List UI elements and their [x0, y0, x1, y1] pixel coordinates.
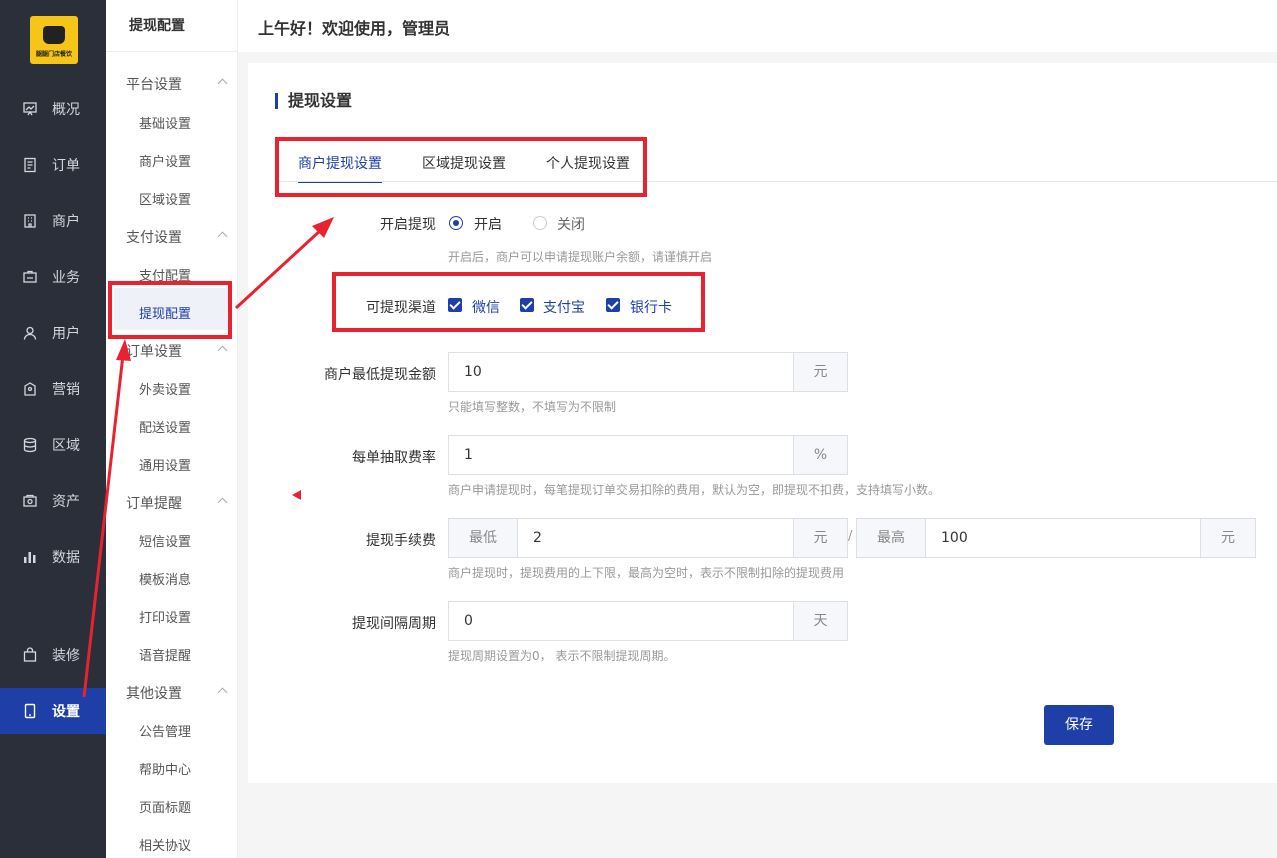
annotation-arrows: [82, 217, 334, 698]
annotation-arrowhead: [116, 339, 131, 361]
annotation-arrow-line: [234, 227, 324, 310]
annotation-arrow-line: [82, 354, 125, 698]
